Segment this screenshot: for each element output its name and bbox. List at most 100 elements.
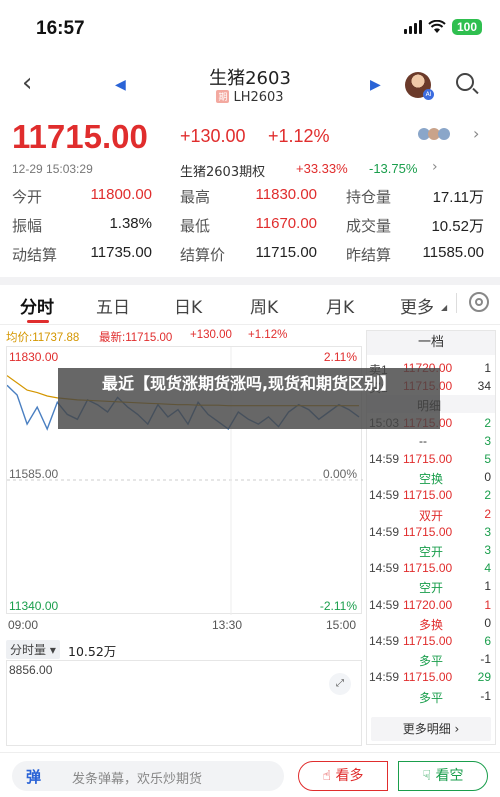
active-tab-indicator [27,320,49,323]
watchers-avatars-icon[interactable] [418,126,462,142]
y-left-tick: 11340.00 [9,599,59,613]
latest-price-label: 最新:11715.00 [99,332,173,344]
trade-price: 11720.00 [403,597,453,612]
trade-detail-row: 14:59 11715.00 4 [369,559,493,577]
option-link[interactable]: 生猪2603期权 [180,161,265,180]
volume-indicator-select[interactable]: 分时量 ▾ [6,640,60,659]
stat-label: 动结算 [12,246,58,264]
trade-time: 14:59 [369,488,400,503]
x-tick: 09:00 [8,618,39,632]
search-icon[interactable] [456,73,474,91]
expand-icon[interactable]: ⤢ [329,673,351,695]
bearish-button[interactable]: ☟ 看空 [398,761,488,791]
more-detail-button[interactable]: 更多明细 › [371,717,491,741]
volume-chart[interactable]: 8856.00 ⤢ [6,660,362,746]
article-title-overlay: 最近【现货涨期货涨吗,现货和期货区别】 [58,368,440,429]
option-up-percent: +33.33% [296,161,348,176]
change-percent: +1.12% [268,126,330,146]
stat-label: 持仓量 [346,188,392,206]
chart-tabs: 分时 五日 日K 周K 月K 更多 ◢ [0,285,500,325]
option-chevron-icon[interactable]: › [432,159,438,175]
trade-qty: 1 [484,579,491,594]
trade-detail-row: 多平 -1 [369,687,493,705]
danmaku-input[interactable]: 弹 发条弹幕，欢乐炒期货 [12,761,284,791]
bottom-bar: 弹 发条弹幕，欢乐炒期货 ☝ 看多 ☟ 看空 [0,752,500,797]
section-divider [0,277,500,285]
trade-detail-row: 14:59 11715.00 29 [369,668,493,686]
trade-time: 14:59 [369,452,400,466]
level-one-header[interactable]: 一档 [367,331,495,355]
trade-time: 14:59 [369,670,400,685]
chevron-right-icon[interactable]: › [473,124,479,143]
more-dropdown-icon[interactable]: ◢ [441,303,447,312]
tab-daily-k[interactable]: 日K [174,293,202,318]
stat-value: 11800.00 [90,186,152,203]
trade-price: 11715.00 [403,561,453,576]
futures-tag: 期 [216,90,230,103]
danmaku-placeholder: 发条弹幕，欢乐炒期货 [72,772,203,787]
trade-qty: -1 [480,652,491,667]
ai-assistant-avatar[interactable]: AI [405,72,434,100]
tab-five-day[interactable]: 五日 [96,293,130,318]
trade-time: 14:59 [369,597,400,612]
next-contract-icon[interactable]: ▶ [370,77,381,93]
trade-detail-row: 14:59 11715.00 3 [369,523,493,541]
wifi-icon [428,20,446,33]
trade-detail-row: 多换 0 [369,614,493,632]
y-left-tick: 11830.00 [9,350,59,364]
settings-icon[interactable] [469,292,489,312]
trade-price: 空换 [419,472,444,487]
thumb-up-icon: ☝ [322,768,336,784]
danmaku-icon[interactable]: 弹 [26,766,41,787]
y-left-tick: 11585.00 [9,467,59,481]
trade-detail-row: -- 3 [369,432,493,450]
trade-time: 14:59 [369,524,400,539]
bearish-label: 看空 [435,768,464,784]
y-right-tick: -2.11% [319,599,357,613]
trade-detail-row: 14:59 11715.00 5 [369,450,493,468]
trade-price: 多换 [419,617,444,632]
stat-label: 结算价 [180,246,226,264]
stat-label: 最高 [180,188,211,206]
bullish-button[interactable]: ☝ 看多 [298,761,388,791]
trade-qty: 0 [484,470,491,485]
tab-weekly-k[interactable]: 周K [250,293,278,318]
trade-qty: 2 [484,415,491,430]
trade-detail-row: 多平 -1 [369,650,493,668]
stat-value: 11585.00 [422,244,484,261]
trade-qty: 3 [484,543,491,557]
trade-price: -- [419,433,427,448]
tab-more[interactable]: 更多 [400,293,434,318]
trade-qty: 4 [484,561,491,576]
stat-value: 11735.00 [90,244,152,261]
article-title: 最近【现货涨期货涨吗,现货和期货区别】 [101,374,397,393]
x-tick: 15:00 [326,618,357,632]
volume-header: 分时量 ▾ 10.52万 [6,638,362,660]
change-amount: +130.00 [180,126,246,146]
chart-header: 均价:11737.88 最新:11715.00 +130.00 +1.12% [0,327,362,345]
tab-monthly-k[interactable]: 月K [326,293,354,318]
bullish-label: 看多 [335,768,364,784]
stat-label: 昨结算 [346,246,392,264]
trade-price: 空开 [419,545,444,559]
contract-code: LH2603 [233,90,284,105]
stats-row: 振幅 1.38% 最低 11670.00 成交量 10.52万 [0,215,500,243]
trade-detail-row: 14:59 11715.00 6 [369,632,493,650]
volume-total: 10.52万 [68,644,117,659]
trade-detail-row: 双开 2 [369,505,493,523]
trade-price: 11715.00 [403,670,453,685]
chart-change-percent: +1.12% [248,329,288,341]
thumb-down-icon: ☟ [422,768,436,784]
stat-value: 11715.00 [255,244,317,261]
stats-row: 动结算 11735.00 结算价 11715.00 昨结算 11585.00 [0,244,500,272]
stats-row: 今开 11800.00 最高 11830.00 持仓量 17.11万 [0,186,500,214]
ai-badge-icon: AI [423,89,434,100]
y-right-tick: 0.00% [322,467,357,481]
tab-separator [456,293,457,313]
trade-price: 双开 [419,508,444,523]
trade-qty: 3 [484,433,491,448]
stat-label: 振幅 [12,217,43,235]
tab-intraday[interactable]: 分时 [20,293,54,318]
trade-detail-row: 空开 1 [369,577,493,595]
trade-detail-row: 14:59 11720.00 1 [369,596,493,614]
